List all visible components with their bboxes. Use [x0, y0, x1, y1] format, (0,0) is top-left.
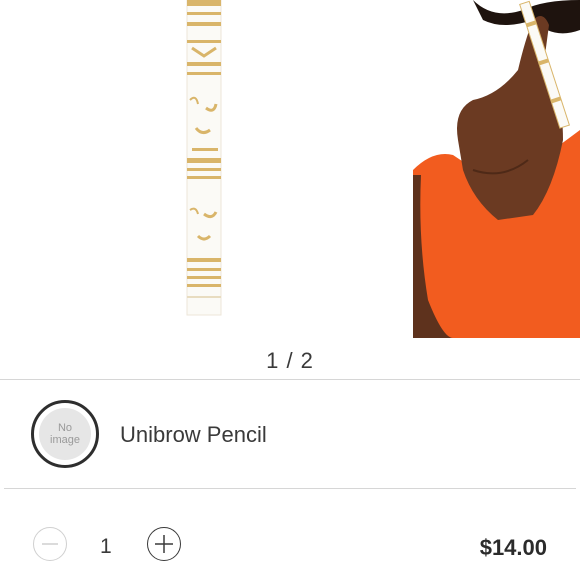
product-image-gallery[interactable] [0, 0, 580, 345]
minus-icon [42, 543, 58, 545]
plus-icon [155, 535, 173, 553]
placeholder-text-line1: No [57, 422, 73, 434]
pager-current: 1 [266, 348, 280, 373]
divider [0, 379, 580, 380]
divider [4, 488, 576, 489]
increase-quantity-button[interactable] [147, 527, 181, 561]
gallery-pager: 1 / 2 [0, 348, 580, 374]
pager-total: 2 [300, 348, 314, 373]
product-thumbnail[interactable]: No image [31, 400, 99, 468]
model-product-image [413, 0, 580, 338]
no-image-placeholder: No image [39, 408, 91, 460]
pencil-product-image [180, 0, 228, 322]
product-name: Unibrow Pencil [120, 422, 267, 447]
placeholder-text-line2: image [50, 434, 80, 446]
quantity-value: 1 [100, 535, 112, 558]
pager-separator: / [279, 348, 301, 373]
decrease-quantity-button[interactable] [33, 527, 67, 561]
price-label: $14.00 [479, 535, 547, 560]
